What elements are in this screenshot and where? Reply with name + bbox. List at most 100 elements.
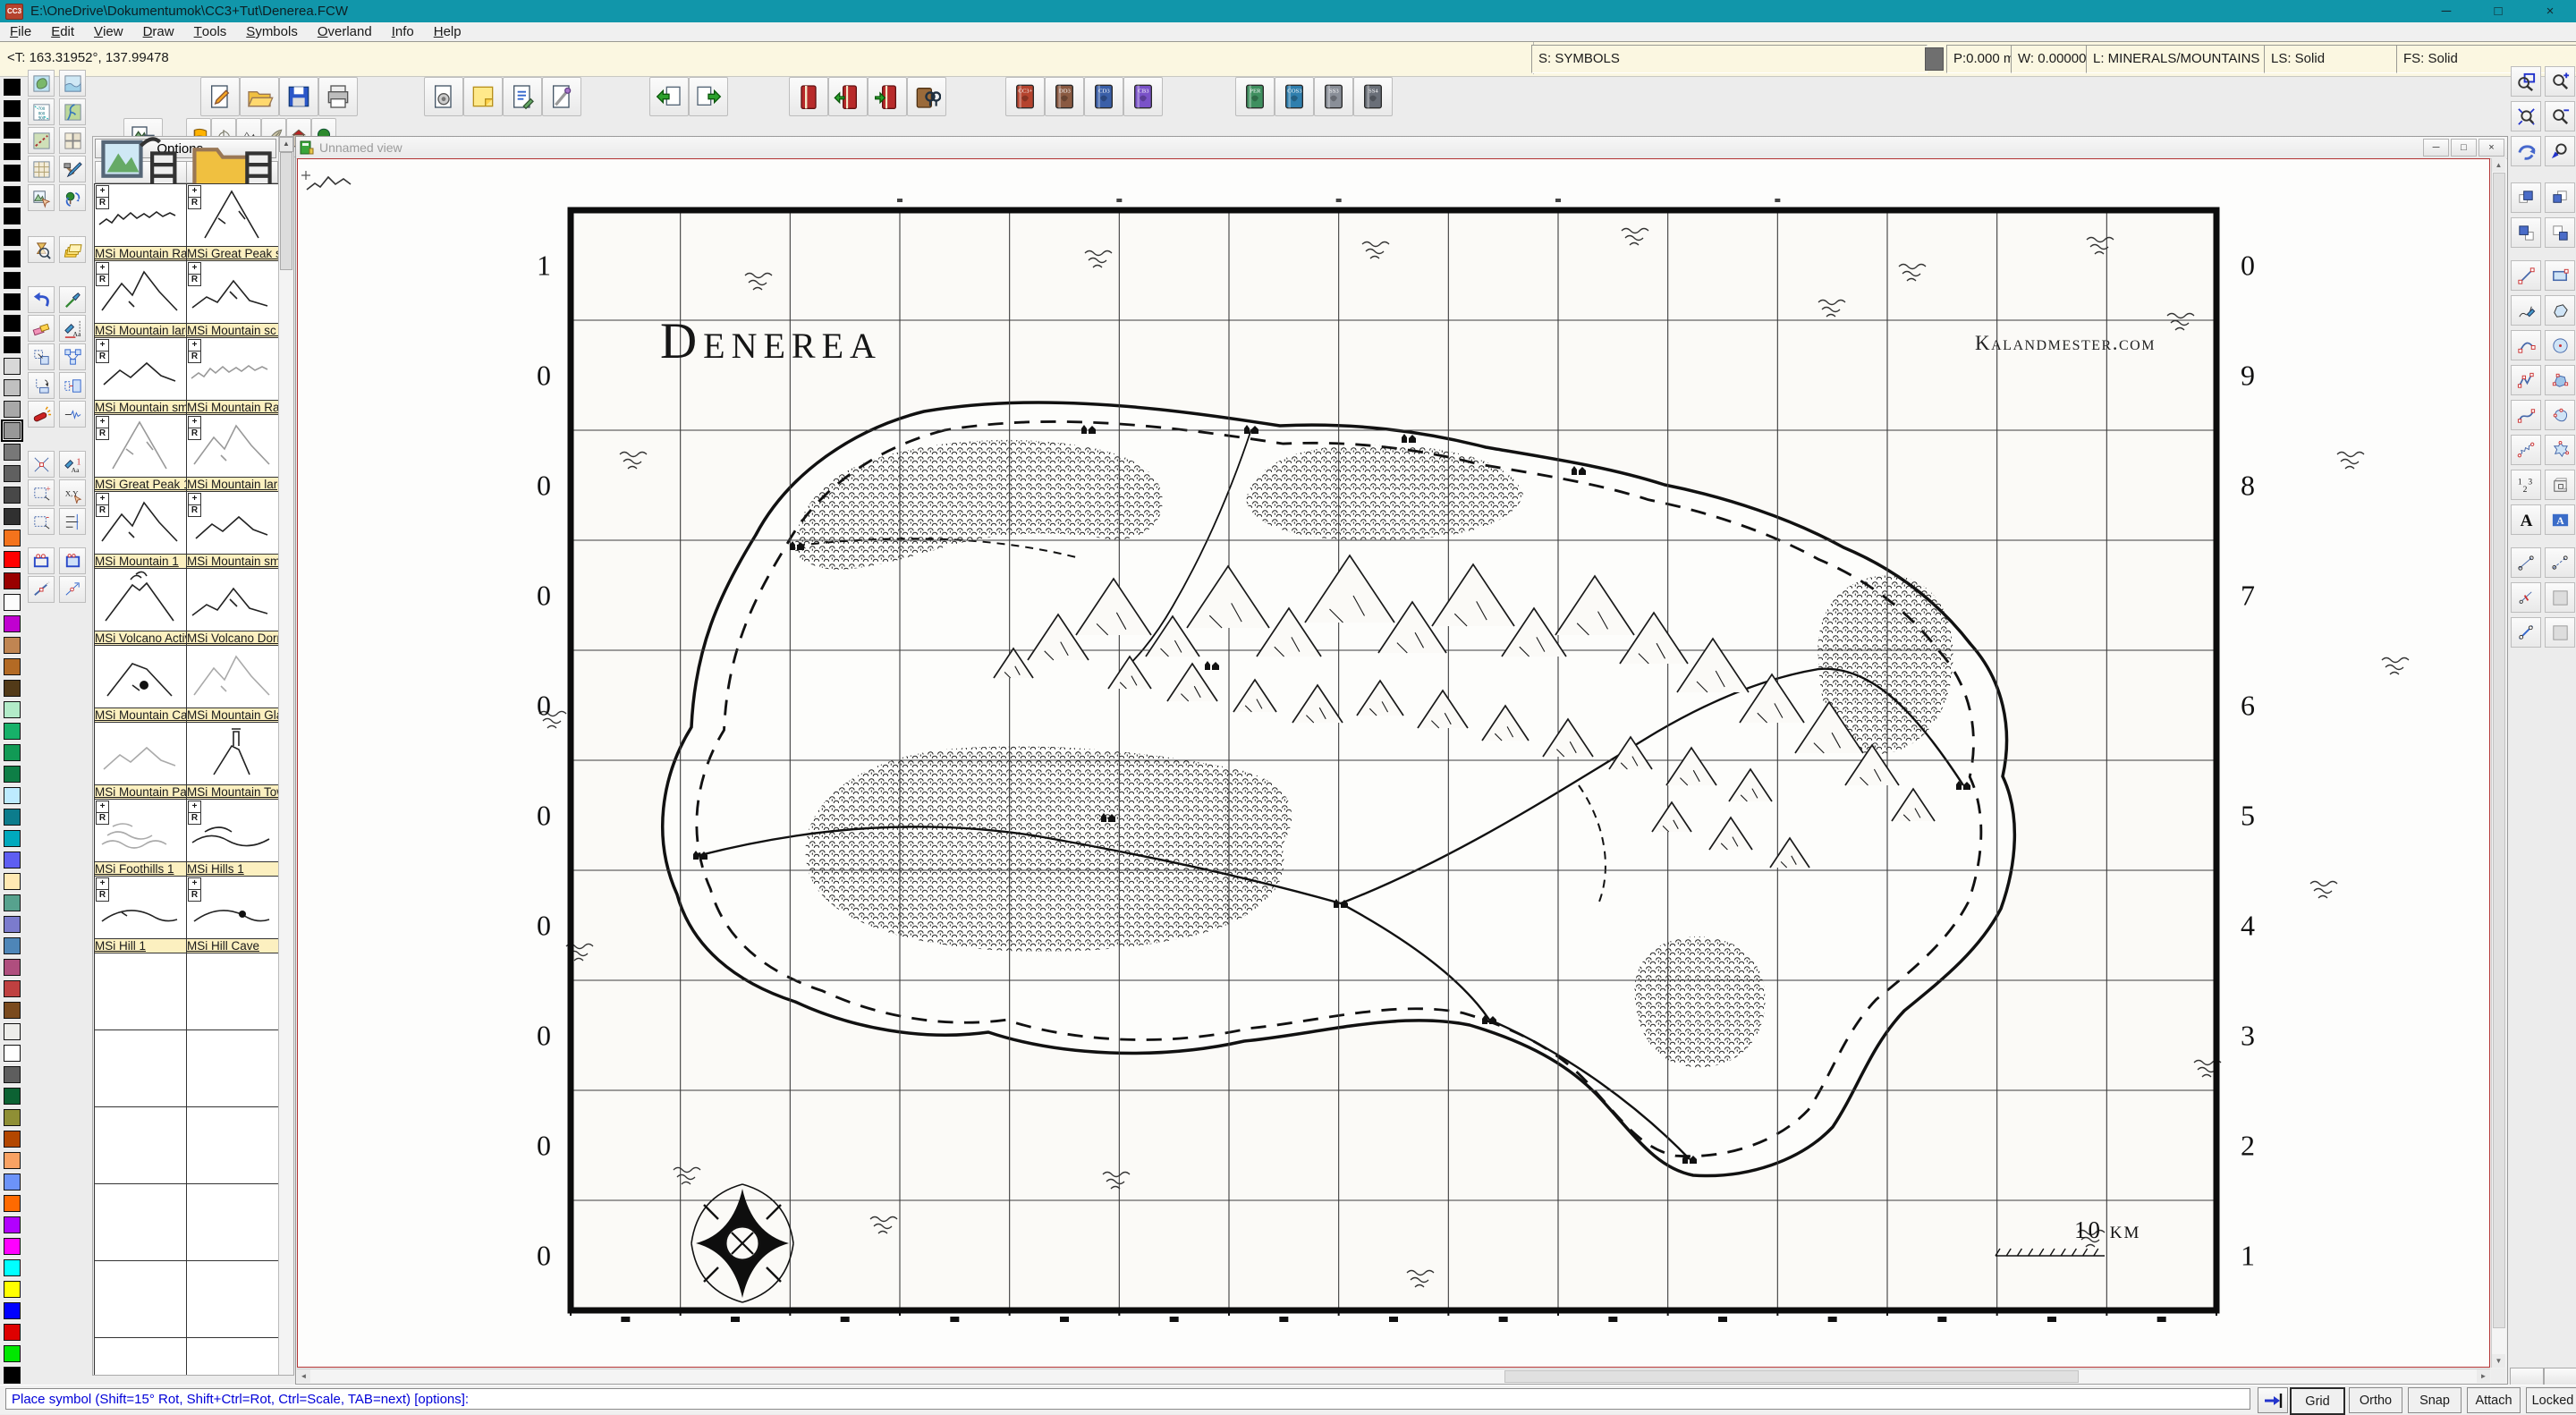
palette-color[interactable] xyxy=(4,1195,21,1212)
multipoly-button[interactable] xyxy=(28,547,55,574)
maximize-button[interactable]: □ xyxy=(2472,0,2524,22)
symbol-box-button[interactable] xyxy=(2545,470,2575,500)
palette-color[interactable] xyxy=(4,208,21,225)
palette-color[interactable] xyxy=(4,143,21,160)
erase-node-button[interactable] xyxy=(2545,582,2575,613)
toggle-grid[interactable]: Grid xyxy=(2290,1387,2345,1415)
catalog-empty-cell[interactable] xyxy=(186,953,279,1031)
curve-button[interactable] xyxy=(2511,400,2541,430)
palette-color[interactable] xyxy=(4,79,21,96)
scroll-right-icon[interactable]: ► xyxy=(2477,1369,2490,1383)
rotate-button[interactable] xyxy=(28,372,55,399)
palette-color[interactable] xyxy=(4,959,21,976)
catalog-empty-cell[interactable] xyxy=(94,1029,187,1108)
multipoly-draw-button[interactable] xyxy=(2545,435,2575,465)
line-style-status-field[interactable]: LS: Solid xyxy=(2264,45,2401,73)
catalog-symbol-cell[interactable]: +RMSi Hill Cave xyxy=(186,876,279,954)
palette-color[interactable] xyxy=(4,530,21,547)
catalog-export-button[interactable] xyxy=(868,77,907,116)
copy-button[interactable] xyxy=(28,343,55,370)
bring-above-button[interactable] xyxy=(2511,217,2541,248)
polygon-button[interactable] xyxy=(2545,295,2575,326)
palette-color[interactable] xyxy=(4,1174,21,1190)
book-per-button[interactable]: PER xyxy=(1235,77,1275,116)
toggle-ortho[interactable]: Ortho xyxy=(2349,1387,2402,1413)
catalog-symbol-cell[interactable]: +RMSi Mountain larg xyxy=(94,260,187,339)
trail-tool-button[interactable] xyxy=(28,127,55,154)
close-button[interactable]: × xyxy=(2524,0,2576,22)
redraw-button[interactable] xyxy=(2511,136,2541,166)
catalog-symbol-cell[interactable]: MSi Mountain Tow xyxy=(186,722,279,801)
catalog-empty-cell[interactable] xyxy=(186,1260,279,1339)
palette-color[interactable] xyxy=(4,122,21,139)
catalog-symbol-cell[interactable]: +RMSi Mountain Ran xyxy=(186,337,279,416)
palette-color[interactable] xyxy=(4,487,21,504)
zoom-window-button[interactable] xyxy=(2511,66,2541,97)
catalog-symbol-cell[interactable]: +RMSi Mountain larg xyxy=(186,414,279,493)
palette-color[interactable] xyxy=(4,680,21,697)
palette-color[interactable] xyxy=(4,1045,21,1062)
palette-color[interactable] xyxy=(4,100,21,117)
fractal-path-button[interactable] xyxy=(2511,435,2541,465)
split-line-button[interactable] xyxy=(59,576,86,603)
minimize-button[interactable]: ─ xyxy=(2420,0,2472,22)
palette-color[interactable] xyxy=(4,1023,21,1040)
catalog-empty-cell[interactable] xyxy=(94,953,187,1031)
view-restore-button[interactable]: □ xyxy=(2451,139,2477,157)
measure-button[interactable] xyxy=(2511,617,2541,648)
next-map-button[interactable] xyxy=(689,77,728,116)
catalog-import-button[interactable] xyxy=(828,77,868,116)
prev-map-button[interactable] xyxy=(649,77,689,116)
catalog-scrollbar[interactable]: ▲ xyxy=(278,137,292,1375)
palette-color[interactable] xyxy=(4,465,21,482)
catalog-new-button[interactable] xyxy=(95,161,187,183)
catalog-red-button[interactable] xyxy=(789,77,828,116)
undo-button[interactable] xyxy=(28,286,55,313)
view-minimize-button[interactable]: ─ xyxy=(2423,139,2449,157)
dimension-2-button[interactable] xyxy=(2545,547,2575,578)
menu-overland[interactable]: Overland xyxy=(308,22,382,41)
save-button[interactable] xyxy=(279,77,318,116)
catalog-symbol-cell[interactable]: +RMSi Great Peak 1 xyxy=(94,414,187,493)
vertical-scrollbar[interactable]: ▲ ▼ xyxy=(2491,158,2506,1368)
catalog-empty-cell[interactable] xyxy=(186,1029,279,1108)
map-overview-button[interactable] xyxy=(28,70,55,97)
stretch-button[interactable] xyxy=(59,372,86,399)
palette-color[interactable] xyxy=(4,572,21,589)
open-button[interactable] xyxy=(240,77,279,116)
palette-color[interactable] xyxy=(4,165,21,182)
river-tool-button[interactable] xyxy=(59,98,86,125)
pen-status-field[interactable]: P:0.000 mm xyxy=(1946,45,2015,73)
palette-color[interactable] xyxy=(4,1238,21,1255)
catalog-symbol-cell[interactable]: +RMSi Mountain Ran xyxy=(94,183,187,262)
book-cb3-button[interactable]: CB3 xyxy=(1123,77,1163,116)
change-properties-button[interactable]: Aa xyxy=(59,315,86,342)
menu-file[interactable]: File xyxy=(0,22,41,41)
delete-node-button[interactable]: - xyxy=(28,508,55,535)
text-button[interactable]: A xyxy=(2511,504,2541,535)
palette-color[interactable] xyxy=(4,186,21,203)
palette-color[interactable] xyxy=(4,1152,21,1169)
blank-button[interactable] xyxy=(2510,1368,2544,1385)
catalog-open-button[interactable] xyxy=(186,161,278,183)
palette-color[interactable] xyxy=(4,508,21,525)
palette-color[interactable] xyxy=(4,766,21,783)
vertical-scroll-thumb[interactable] xyxy=(2493,173,2505,1328)
circle-button[interactable] xyxy=(2545,330,2575,360)
palette-color[interactable] xyxy=(4,422,21,439)
palette-color[interactable] xyxy=(4,852,21,868)
sheets-button[interactable] xyxy=(59,236,86,263)
symbols-status-field[interactable]: S: SYMBOLS xyxy=(1531,45,1928,73)
map-drawing[interactable]: 10000000000987654321 10 km Denerea Kalan… xyxy=(298,159,2491,1368)
menu-view[interactable]: View xyxy=(84,22,133,41)
send-back-button[interactable] xyxy=(2545,182,2575,213)
palette-color[interactable] xyxy=(4,1324,21,1341)
align-button[interactable] xyxy=(59,508,86,535)
catalog-symbol-cell[interactable]: +RMSi Great Peak sc xyxy=(186,183,279,262)
insert-node-button[interactable]: + xyxy=(28,479,55,506)
erase-button[interactable] xyxy=(28,315,55,342)
grid-tool-button[interactable] xyxy=(28,156,55,182)
text-spec-button[interactable]: A xyxy=(2545,504,2575,535)
cut-line-button[interactable] xyxy=(2511,582,2541,613)
catalog-empty-cell[interactable] xyxy=(94,1260,187,1339)
